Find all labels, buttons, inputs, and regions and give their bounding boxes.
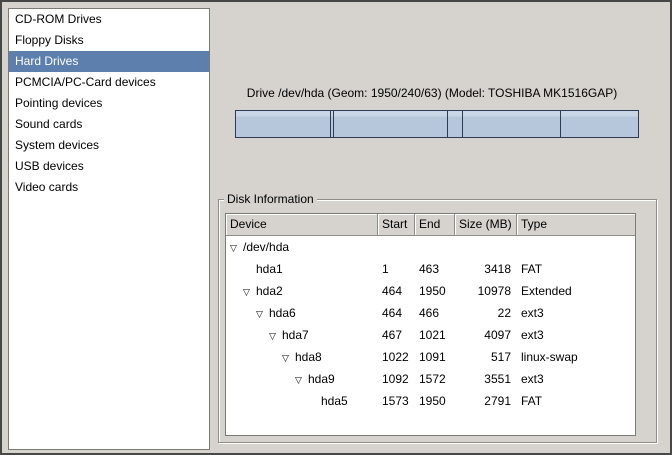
start-cell: 464: [378, 280, 415, 302]
end-cell: 466: [415, 302, 455, 324]
device-label: hda8: [295, 350, 322, 364]
device-label: hda1: [256, 262, 283, 276]
sidebar-item-usb-devices[interactable]: USB devices: [9, 156, 209, 177]
start-cell: 1022: [378, 346, 415, 368]
table-row-hda6[interactable]: ▽hda646446622ext3: [226, 302, 635, 324]
sidebar-item-floppy-disks[interactable]: Floppy Disks: [9, 30, 209, 51]
device-cell: ▽hda6: [226, 302, 378, 324]
partition-segment-hda5: [560, 111, 638, 137]
partition-segment-hda7: [333, 111, 447, 137]
expander-open-icon[interactable]: ▽: [282, 347, 295, 368]
size-cell: 3418: [455, 258, 517, 280]
size-cell: 4097: [455, 324, 517, 346]
partition-segment-hda8: [447, 111, 462, 137]
partition-bar: [235, 110, 639, 138]
end-cell: [415, 236, 455, 258]
column-header-size-mb-[interactable]: Size (MB): [455, 214, 517, 236]
sidebar-item-pcmcia-pc-card-devices[interactable]: PCMCIA/PC-Card devices: [9, 72, 209, 93]
table-row-dev-hda[interactable]: ▽/dev/hda: [226, 236, 635, 258]
start-cell: [378, 236, 415, 258]
expander-open-icon[interactable]: ▽: [256, 303, 269, 324]
size-cell: 2791: [455, 390, 517, 412]
device-label: /dev/hda: [243, 240, 289, 254]
device-label: hda5: [321, 394, 348, 408]
sidebar-item-cd-rom-drives[interactable]: CD-ROM Drives: [9, 9, 209, 30]
expander-open-icon[interactable]: ▽: [243, 281, 256, 302]
sidebar-item-hard-drives[interactable]: Hard Drives: [9, 51, 209, 72]
partition-segment-hda9: [462, 111, 561, 137]
type-cell: [517, 236, 635, 258]
expander-open-icon[interactable]: ▽: [230, 237, 243, 258]
end-cell: 463: [415, 258, 455, 280]
size-cell: [455, 236, 517, 258]
type-cell: FAT: [517, 390, 635, 412]
column-header-start[interactable]: Start: [378, 214, 415, 236]
size-cell: 22: [455, 302, 517, 324]
device-cell: ▽hda8: [226, 346, 378, 368]
type-cell: linux-swap: [517, 346, 635, 368]
end-cell: 1572: [415, 368, 455, 390]
end-cell: 1950: [415, 280, 455, 302]
device-label: hda6: [269, 306, 296, 320]
table-row-hda9[interactable]: ▽hda9109215723551ext3: [226, 368, 635, 390]
device-label: hda2: [256, 284, 283, 298]
table-row-hda2[interactable]: ▽hda2464195010978Extended: [226, 280, 635, 302]
start-cell: 467: [378, 324, 415, 346]
disk-table-header: DeviceStartEndSize (MB)Type: [226, 214, 635, 236]
column-header-type[interactable]: Type: [517, 214, 635, 236]
disk-information-label: Disk Information: [224, 192, 317, 207]
table-row-hda8[interactable]: ▽hda810221091517linux-swap: [226, 346, 635, 368]
disk-information-group: Disk Information DeviceStartEndSize (MB)…: [218, 199, 657, 443]
device-cell: ▽/dev/hda: [226, 236, 378, 258]
hardware-browser-window: CD-ROM DrivesFloppy DisksHard DrivesPCMC…: [0, 0, 672, 455]
drive-title: Drive /dev/hda (Geom: 1950/240/63) (Mode…: [222, 86, 642, 100]
device-cell: ▽hda2: [226, 280, 378, 302]
end-cell: 1091: [415, 346, 455, 368]
device-label: hda7: [282, 328, 309, 342]
table-row-hda5[interactable]: hda5 157319502791FAT: [226, 390, 635, 412]
disk-table: DeviceStartEndSize (MB)Type ▽/dev/hdahda…: [225, 213, 636, 436]
sidebar-item-pointing-devices[interactable]: Pointing devices: [9, 93, 209, 114]
sidebar-item-video-cards[interactable]: Video cards: [9, 177, 209, 198]
expander-open-icon[interactable]: ▽: [295, 369, 308, 390]
column-header-end[interactable]: End: [415, 214, 455, 236]
device-category-list: CD-ROM DrivesFloppy DisksHard DrivesPCMC…: [8, 8, 210, 450]
type-cell: Extended: [517, 280, 635, 302]
end-cell: 1950: [415, 390, 455, 412]
table-row-hda1[interactable]: hda1 14633418FAT: [226, 258, 635, 280]
type-cell: ext3: [517, 324, 635, 346]
table-row-hda7[interactable]: ▽hda746710214097ext3: [226, 324, 635, 346]
sidebar-item-system-devices[interactable]: System devices: [9, 135, 209, 156]
sidebar-item-sound-cards[interactable]: Sound cards: [9, 114, 209, 135]
disk-table-body: ▽/dev/hdahda114633418FAT▽hda246419501097…: [226, 236, 635, 412]
device-cell: ▽hda9: [226, 368, 378, 390]
type-cell: FAT: [517, 258, 635, 280]
device-cell: ▽hda7: [226, 324, 378, 346]
start-cell: 1: [378, 258, 415, 280]
type-cell: ext3: [517, 302, 635, 324]
expander-open-icon[interactable]: ▽: [269, 325, 282, 346]
device-label: hda9: [308, 372, 335, 386]
start-cell: 1573: [378, 390, 415, 412]
size-cell: 517: [455, 346, 517, 368]
partition-segment-hda1: [236, 111, 330, 137]
device-cell: hda1: [226, 258, 378, 280]
start-cell: 464: [378, 302, 415, 324]
device-cell: hda5: [226, 390, 378, 412]
type-cell: ext3: [517, 368, 635, 390]
size-cell: 10978: [455, 280, 517, 302]
end-cell: 1021: [415, 324, 455, 346]
size-cell: 3551: [455, 368, 517, 390]
start-cell: 1092: [378, 368, 415, 390]
column-header-device[interactable]: Device: [226, 214, 378, 236]
